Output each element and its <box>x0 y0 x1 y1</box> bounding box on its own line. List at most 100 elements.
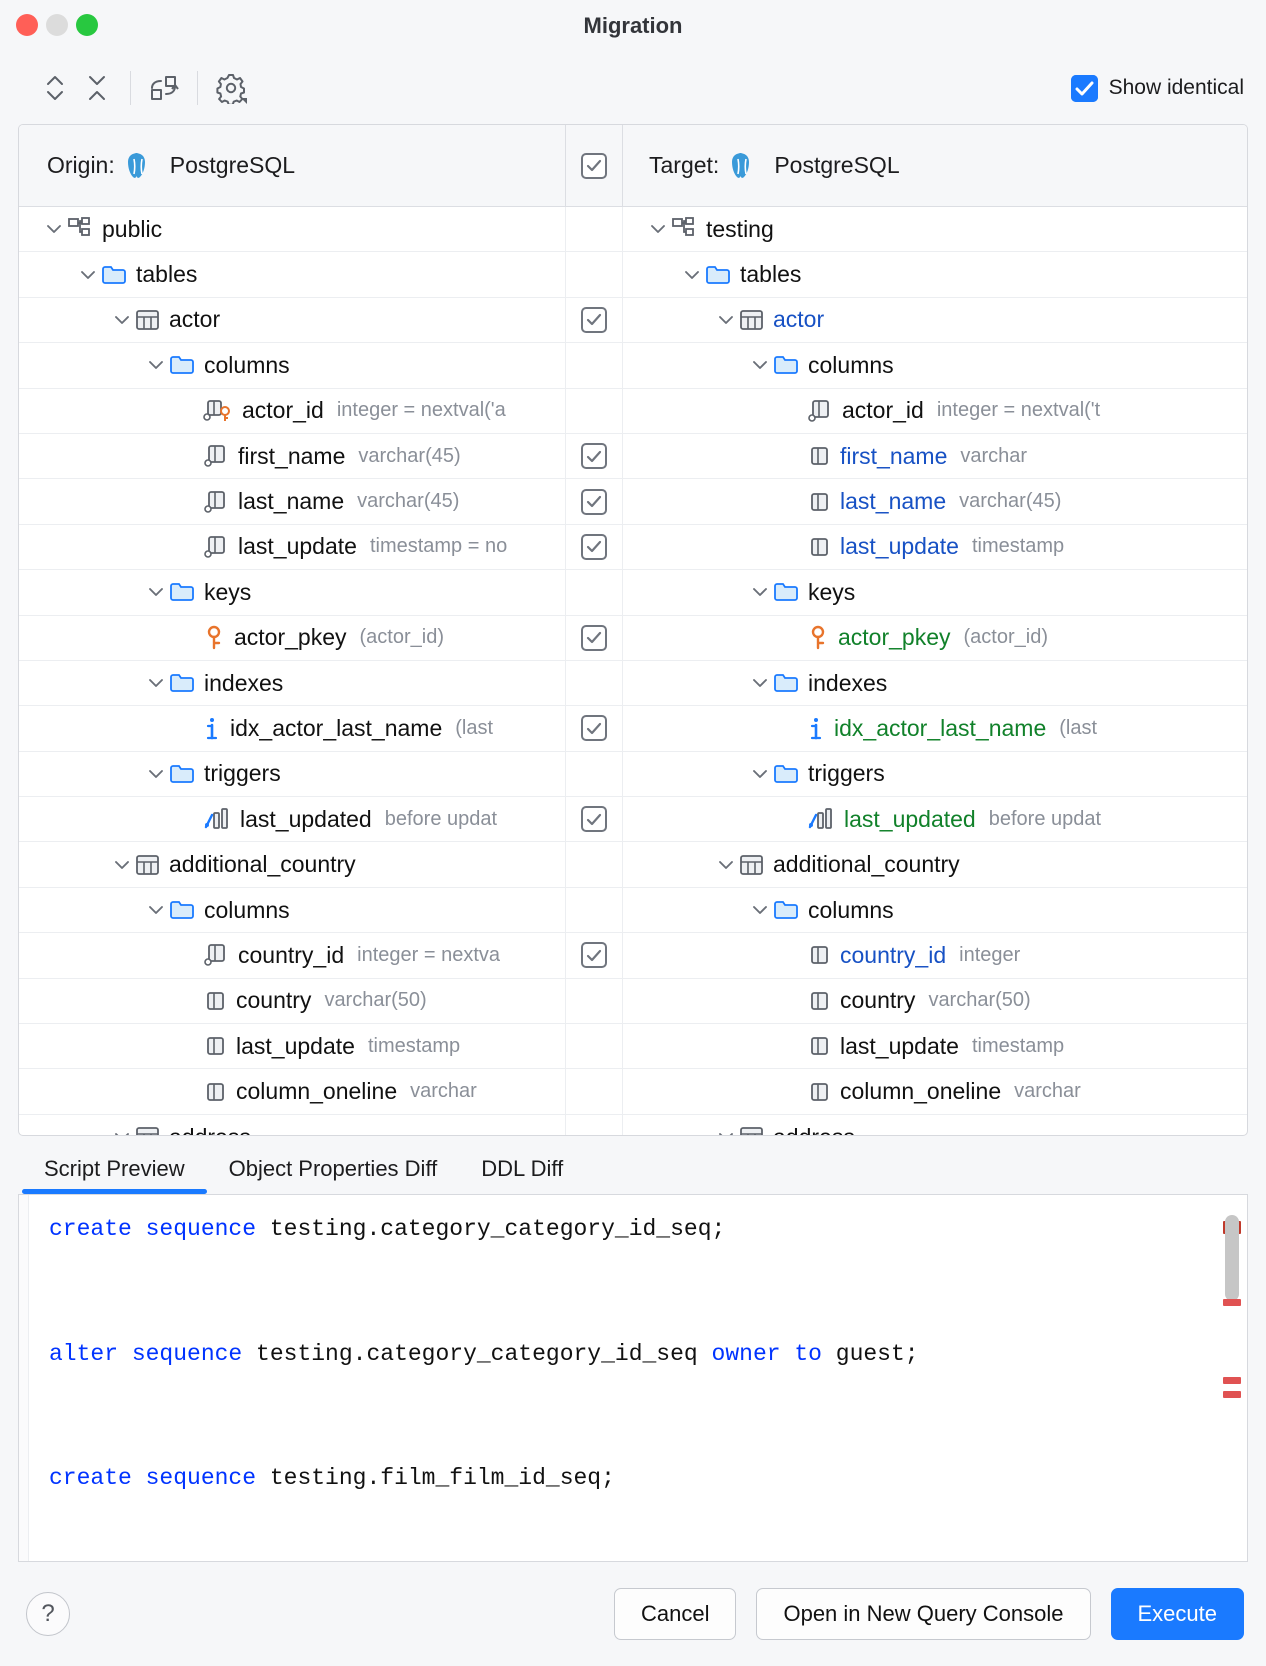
execute-button[interactable]: Execute <box>1111 1588 1245 1640</box>
diff-right-cell[interactable]: columns <box>623 888 1247 932</box>
chevron-down-icon[interactable] <box>41 223 67 235</box>
diff-left-cell[interactable]: indexes <box>19 661 565 705</box>
tab-ddl-diff[interactable]: DDL Diff <box>459 1156 585 1194</box>
diff-left-cell[interactable]: country_idinteger = nextva <box>19 933 565 977</box>
help-button[interactable]: ? <box>26 1592 70 1636</box>
swap-sides-icon[interactable] <box>143 67 185 109</box>
chevron-down-icon[interactable] <box>747 904 773 916</box>
diff-left-cell[interactable]: triggers <box>19 752 565 796</box>
diff-row[interactable]: column_onelinevarchar column_onelinevarch… <box>19 1069 1247 1114</box>
diff-left-cell[interactable]: idx_actor_last_name(last <box>19 706 565 750</box>
row-checkbox[interactable] <box>581 625 607 651</box>
diff-row[interactable]: keys keys <box>19 570 1247 615</box>
diff-row[interactable]: first_namevarchar(45) first_namevarchar <box>19 434 1247 479</box>
chevron-down-icon[interactable] <box>747 586 773 598</box>
row-checkbox[interactable] <box>581 443 607 469</box>
open-in-new-query-console-button[interactable]: Open in New Query Console <box>756 1588 1090 1640</box>
diff-row[interactable]: publictesting <box>19 207 1247 252</box>
diff-left-cell[interactable]: address <box>19 1115 565 1135</box>
diff-right-cell[interactable]: idx_actor_last_name(last <box>623 706 1247 750</box>
settings-gear-icon[interactable] <box>210 67 252 109</box>
show-identical-checkbox[interactable] <box>1071 75 1098 102</box>
show-identical-toggle[interactable]: Show identical <box>1071 75 1244 102</box>
diff-right-cell[interactable]: actor_idinteger = nextval('t <box>623 389 1247 433</box>
diff-right-cell[interactable]: countryvarchar(50) <box>623 979 1247 1023</box>
diff-right-cell[interactable]: country_idinteger <box>623 933 1247 977</box>
chevron-down-icon[interactable] <box>713 1131 739 1135</box>
chevron-down-icon[interactable] <box>679 269 705 281</box>
diff-right-cell[interactable]: last_namevarchar(45) <box>623 479 1247 523</box>
diff-row[interactable]: last_updatetimestamp = no last_updatetime… <box>19 525 1247 570</box>
chevron-down-icon[interactable] <box>713 859 739 871</box>
diff-left-cell[interactable]: columns <box>19 343 565 387</box>
diff-left-cell[interactable]: actor_pkey(actor_id) <box>19 616 565 660</box>
diff-row[interactable]: last_updatetimestamp last_updatetimestamp <box>19 1024 1247 1069</box>
diff-row[interactable]: last_namevarchar(45) last_namevarchar(45) <box>19 479 1247 524</box>
chevron-down-icon[interactable] <box>109 314 135 326</box>
diff-row[interactable]: triggers triggers <box>19 752 1247 797</box>
diff-left-cell[interactable]: additional_country <box>19 842 565 886</box>
error-marker[interactable] <box>1223 1299 1241 1306</box>
diff-right-cell[interactable]: address <box>623 1115 1247 1135</box>
diff-left-cell[interactable]: tables <box>19 252 565 296</box>
diff-row[interactable]: columnscolumns <box>19 343 1247 388</box>
chevron-down-icon[interactable] <box>143 586 169 598</box>
diff-right-cell[interactable]: actor_pkey(actor_id) <box>623 616 1247 660</box>
diff-row[interactable]: indexesindexes <box>19 661 1247 706</box>
diff-right-cell[interactable]: additional_country <box>623 842 1247 886</box>
chevron-down-icon[interactable] <box>747 677 773 689</box>
diff-left-cell[interactable]: actor_idinteger = nextval('a <box>19 389 565 433</box>
diff-left-cell[interactable]: actor <box>19 298 565 342</box>
tab-object-properties-diff[interactable]: Object Properties Diff <box>207 1156 460 1194</box>
diff-row[interactable]: actor_idinteger = nextval('a actor_idinte… <box>19 389 1247 434</box>
script-preview-editor[interactable]: create sequence testing.category_categor… <box>18 1194 1248 1562</box>
maximize-window-button[interactable] <box>76 14 98 36</box>
chevron-down-icon[interactable] <box>747 768 773 780</box>
diff-left-cell[interactable]: column_onelinevarchar <box>19 1069 565 1113</box>
tab-script-preview[interactable]: Script Preview <box>22 1156 207 1194</box>
diff-right-cell[interactable]: testing <box>623 207 1247 251</box>
diff-left-cell[interactable]: columns <box>19 888 565 932</box>
diff-right-cell[interactable]: last_updatetimestamp <box>623 525 1247 569</box>
diff-row[interactable]: tables tables <box>19 252 1247 297</box>
diff-right-cell[interactable]: keys <box>623 570 1247 614</box>
chevron-down-icon[interactable] <box>109 1131 135 1135</box>
row-checkbox[interactable] <box>581 489 607 515</box>
row-checkbox[interactable] <box>581 715 607 741</box>
scrollbar-thumb[interactable] <box>1225 1215 1239 1301</box>
diff-row[interactable]: countryvarchar(50)countryvarchar(50) <box>19 979 1247 1024</box>
expand-all-icon[interactable] <box>34 67 76 109</box>
row-checkbox[interactable] <box>581 806 607 832</box>
diff-right-cell[interactable]: last_updatetimestamp <box>623 1024 1247 1068</box>
diff-left-cell[interactable]: last_namevarchar(45) <box>19 479 565 523</box>
editor-scrollbar[interactable] <box>1223 1195 1241 1561</box>
close-window-button[interactable] <box>16 14 38 36</box>
row-checkbox[interactable] <box>581 307 607 333</box>
diff-row[interactable]: columns columns <box>19 888 1247 933</box>
row-checkbox[interactable] <box>581 534 607 560</box>
diff-row[interactable]: actor actor <box>19 298 1247 343</box>
diff-left-cell[interactable]: last_updatetimestamp = no <box>19 525 565 569</box>
diff-right-cell[interactable]: first_namevarchar <box>623 434 1247 478</box>
diff-row[interactable]: actor_pkey(actor_id) actor_pkey(actor_id) <box>19 616 1247 661</box>
diff-right-cell[interactable]: tables <box>623 252 1247 296</box>
chevron-down-icon[interactable] <box>143 904 169 916</box>
chevron-down-icon[interactable] <box>143 359 169 371</box>
diff-left-cell[interactable]: first_namevarchar(45) <box>19 434 565 478</box>
diff-row[interactable]: last_updatedbefore updat last_updatedbefo… <box>19 797 1247 842</box>
diff-row[interactable]: address address <box>19 1115 1247 1135</box>
diff-row[interactable]: idx_actor_last_name(last idx_actor_last_n… <box>19 706 1247 751</box>
diff-left-cell[interactable]: keys <box>19 570 565 614</box>
diff-right-cell[interactable]: column_onelinevarchar <box>623 1069 1247 1113</box>
chevron-down-icon[interactable] <box>75 269 101 281</box>
chevron-down-icon[interactable] <box>143 677 169 689</box>
diff-left-cell[interactable]: last_updatetimestamp <box>19 1024 565 1068</box>
cancel-button[interactable]: Cancel <box>614 1588 736 1640</box>
diff-right-cell[interactable]: actor <box>623 298 1247 342</box>
diff-right-cell[interactable]: triggers <box>623 752 1247 796</box>
chevron-down-icon[interactable] <box>747 359 773 371</box>
error-marker[interactable] <box>1223 1377 1241 1384</box>
chevron-down-icon[interactable] <box>713 314 739 326</box>
diff-right-cell[interactable]: last_updatedbefore updat <box>623 797 1247 841</box>
diff-left-cell[interactable]: last_updatedbefore updat <box>19 797 565 841</box>
